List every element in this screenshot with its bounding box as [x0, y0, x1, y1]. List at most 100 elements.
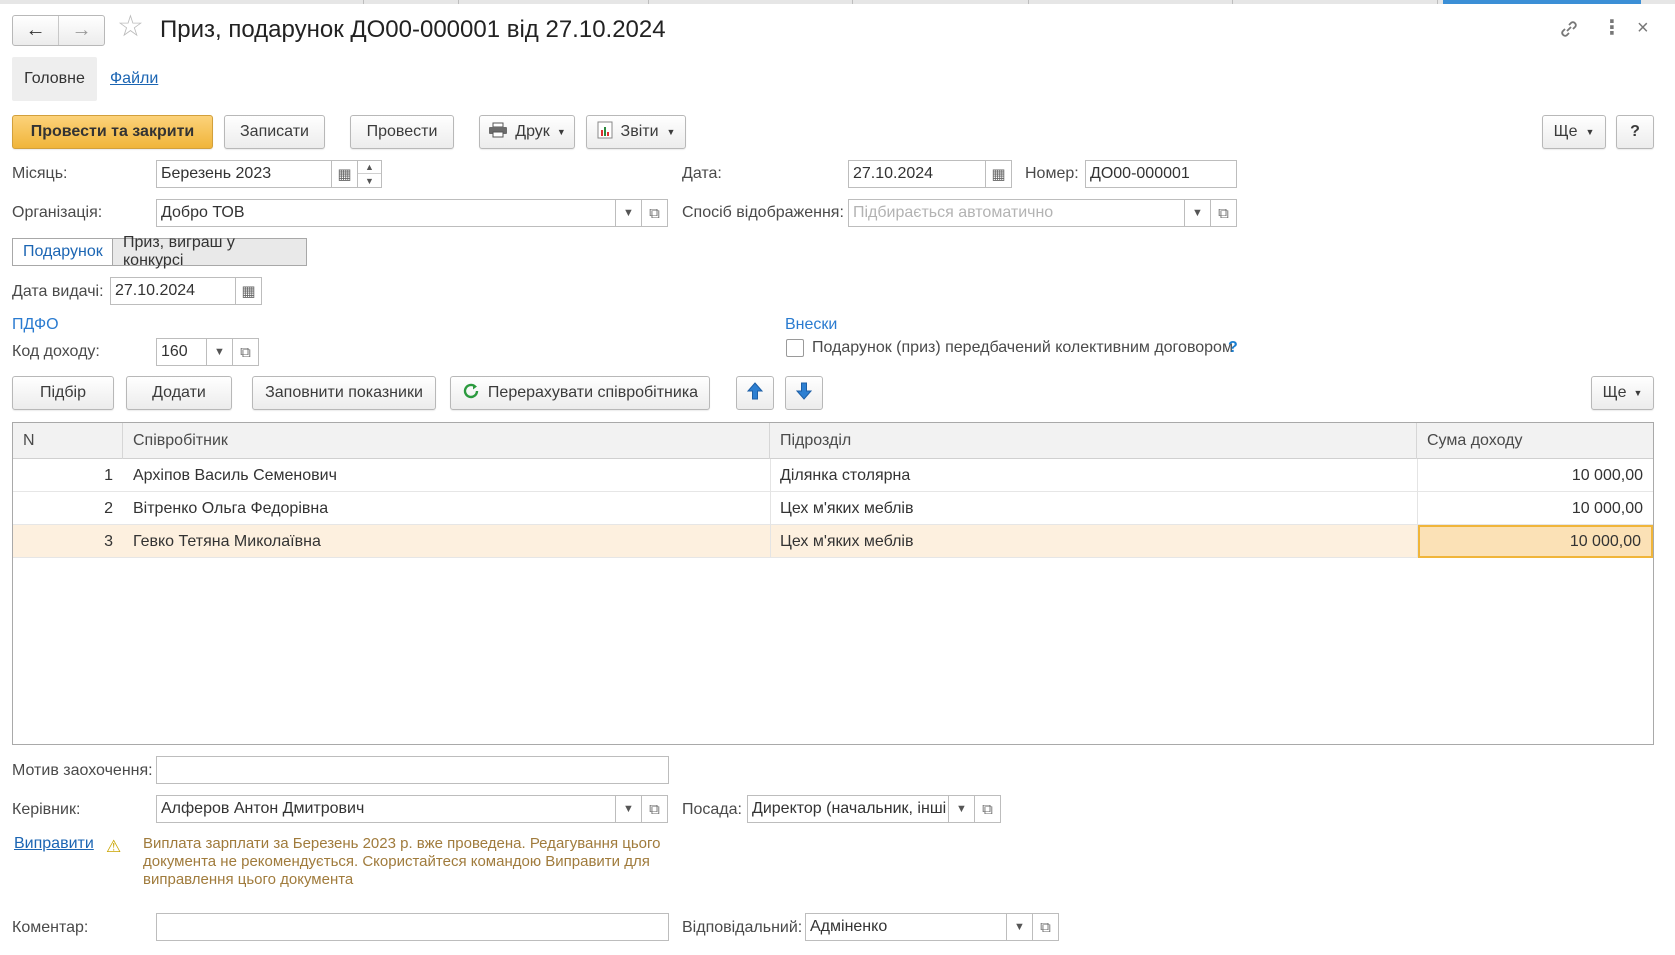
income-code-field[interactable]: 160: [156, 338, 209, 366]
back-button[interactable]: ←: [13, 16, 59, 45]
table-more-button[interactable]: Ще ▼: [1591, 376, 1654, 410]
chevron-down-icon[interactable]: ▼: [615, 795, 642, 823]
table-more-label: Ще: [1602, 384, 1627, 401]
print-button[interactable]: Друк ▼: [479, 115, 575, 149]
tab-separator: [648, 0, 649, 4]
chevron-down-icon[interactable]: ▼: [206, 338, 233, 366]
tab-files[interactable]: Файли: [110, 57, 158, 101]
calendar-icon[interactable]: ▦: [985, 160, 1012, 188]
warning-message: Виплата зарплати за Березень 2023 р. вже…: [143, 835, 661, 888]
tab-main[interactable]: Головне: [12, 57, 97, 101]
number-label: Номер:: [1025, 165, 1079, 182]
move-down-button[interactable]: [785, 376, 823, 410]
page-title: Приз, подарунок ДО00-000001 від 27.10.20…: [160, 16, 666, 43]
row-number: 3: [104, 532, 113, 550]
save-button[interactable]: Записати: [224, 115, 325, 149]
stepper-up-icon[interactable]: ▲: [358, 161, 381, 174]
segment-prize[interactable]: Приз, виграш у конкурсі: [112, 234, 307, 269]
recalculate-label: Перерахувати співробітника: [487, 384, 699, 401]
favorite-star-icon[interactable]: ☆: [117, 12, 144, 42]
open-form-icon[interactable]: ⧉: [641, 795, 668, 823]
open-form-icon[interactable]: ⧉: [232, 338, 259, 366]
collective-agreement-label: Подарунок (приз) передбачений колективни…: [812, 339, 1233, 356]
responsible-field[interactable]: Адміненко: [805, 913, 1007, 941]
tab-separator: [458, 0, 459, 4]
move-up-button[interactable]: [736, 376, 774, 410]
table-row-selected[interactable]: 3 Гевко Тетяна Миколаївна Цех м'яких меб…: [13, 525, 1653, 558]
column-header-sum[interactable]: Сума доходу: [1417, 423, 1653, 459]
calendar-icon[interactable]: ▦: [235, 277, 262, 305]
close-icon[interactable]: ×: [1637, 18, 1649, 38]
post-button[interactable]: Провести: [350, 115, 454, 149]
collective-agreement-checkbox[interactable]: [786, 339, 804, 357]
display-mode-placeholder: Підбирається автоматично: [853, 204, 1054, 221]
forward-button[interactable]: →: [59, 16, 104, 45]
income-code-label: Код доходу:: [12, 343, 100, 360]
month-stepper[interactable]: ▲ ▼: [357, 160, 382, 188]
position-field[interactable]: Директор (начальник, інші: [747, 795, 949, 823]
fill-indicators-button[interactable]: Заповнити показники: [252, 376, 436, 410]
segment-gift[interactable]: Подарунок: [12, 238, 113, 266]
display-mode-field[interactable]: Підбирається автоматично: [848, 199, 1185, 227]
column-header-n[interactable]: N: [13, 423, 123, 459]
sum-cell-active[interactable]: 10 000,00: [1418, 525, 1653, 558]
window-tab-strip: [0, 0, 1675, 4]
month-label: Місяць:: [12, 165, 68, 182]
forward-arrow-icon: →: [71, 19, 92, 41]
warning-icon: ⚠: [106, 837, 122, 856]
number-field[interactable]: ДО00-000001: [1085, 160, 1237, 188]
employees-table[interactable]: N Співробітник Підрозділ Сума доходу 1 А…: [12, 422, 1654, 745]
sum-cell: 10 000,00: [1571, 499, 1643, 517]
post-and-close-button[interactable]: Провести та закрити: [12, 115, 213, 149]
department-cell: Цех м'яких меблів: [780, 532, 914, 550]
link-icon[interactable]: [1558, 18, 1580, 44]
chevron-down-icon: ▼: [666, 127, 676, 137]
pick-button[interactable]: Підбір: [12, 376, 114, 410]
motive-field[interactable]: [156, 756, 669, 784]
recalculate-employee-button[interactable]: Перерахувати співробітника: [450, 376, 710, 410]
month-field[interactable]: Березень 2023: [156, 160, 332, 188]
help-question-icon[interactable]: ?: [1228, 339, 1238, 357]
row-number: 1: [104, 466, 113, 484]
chevron-down-icon: ▼: [1633, 388, 1643, 398]
table-row[interactable]: 2 Вітренко Ольга Федорівна Цех м'яких ме…: [13, 492, 1653, 525]
employee-cell: Вітренко Ольга Федорівна: [133, 499, 329, 517]
help-button[interactable]: ?: [1616, 115, 1654, 149]
table-row[interactable]: 1 Архіпов Василь Семенович Ділянка столя…: [13, 459, 1653, 492]
open-form-icon[interactable]: ⧉: [1032, 913, 1059, 941]
reports-button[interactable]: Звіти ▼: [586, 115, 686, 149]
column-header-department[interactable]: Підрозділ: [770, 423, 1417, 459]
open-form-icon[interactable]: ⧉: [641, 199, 668, 227]
tab-separator: [1028, 0, 1029, 4]
organization-field[interactable]: Добро ТОВ: [156, 199, 616, 227]
department-cell: Цех м'яких меблів: [780, 499, 914, 517]
active-window-tab[interactable]: [1443, 0, 1641, 4]
stepper-down-icon[interactable]: ▼: [358, 174, 381, 187]
head-field[interactable]: Алферов Антон Дмитрович: [156, 795, 616, 823]
column-header-employee[interactable]: Співробітник: [123, 423, 770, 459]
tab-separator: [1232, 0, 1233, 4]
refresh-icon: [462, 382, 480, 405]
more-label: Ще: [1553, 123, 1578, 140]
open-form-icon[interactable]: ⧉: [1210, 199, 1237, 227]
employee-cell: Архіпов Василь Семенович: [133, 466, 337, 484]
motive-label: Мотив заохочення:: [12, 762, 153, 779]
fix-document-link[interactable]: Виправити: [14, 835, 94, 853]
arrow-up-icon: [746, 382, 764, 404]
department-cell: Ділянка столярна: [780, 466, 911, 484]
open-form-icon[interactable]: ⧉: [974, 795, 1001, 823]
date-field[interactable]: 27.10.2024: [848, 160, 986, 188]
print-label: Друк: [515, 123, 550, 140]
pdfo-section-title: ПДФО: [12, 316, 59, 333]
issue-date-field[interactable]: 27.10.2024: [110, 277, 237, 305]
chevron-down-icon[interactable]: ▼: [615, 199, 642, 227]
column-divider: [1417, 459, 1418, 557]
more-vertical-icon[interactable]: ⋮: [1602, 18, 1622, 38]
chevron-down-icon[interactable]: ▼: [1184, 199, 1211, 227]
more-button[interactable]: Ще ▼: [1542, 115, 1606, 149]
calendar-icon[interactable]: ▦: [331, 160, 358, 188]
chevron-down-icon[interactable]: ▼: [1006, 913, 1033, 941]
comment-field[interactable]: [156, 913, 669, 941]
add-button[interactable]: Додати: [126, 376, 232, 410]
chevron-down-icon[interactable]: ▼: [948, 795, 975, 823]
